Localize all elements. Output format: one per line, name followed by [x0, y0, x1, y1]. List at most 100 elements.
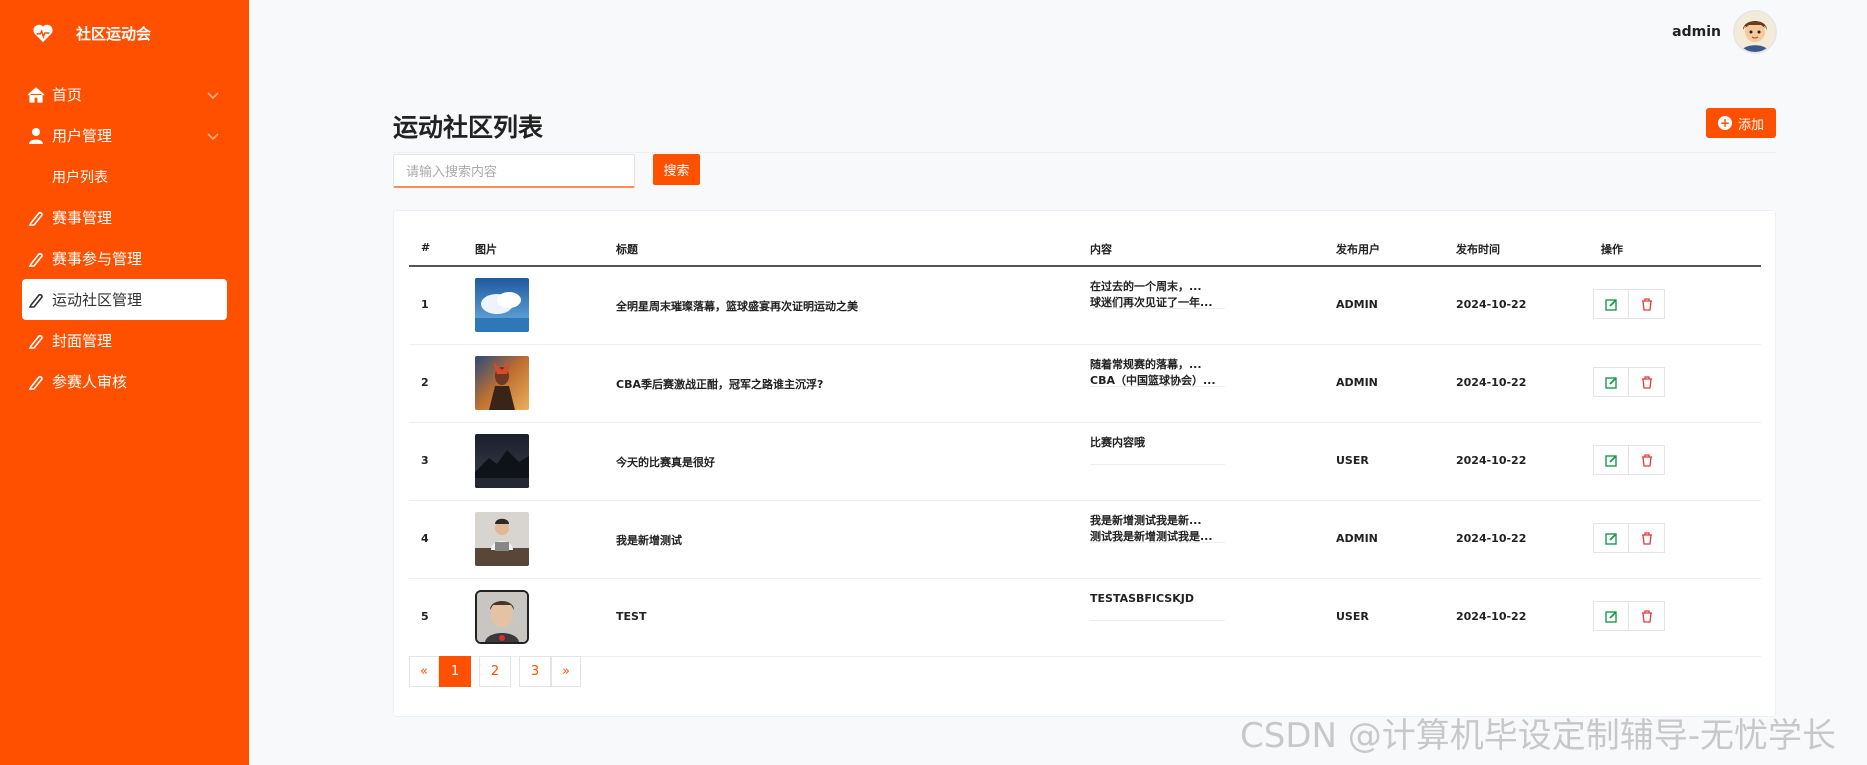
row-actions: [1593, 367, 1665, 397]
thumbnail-image[interactable]: [475, 512, 529, 566]
edit-icon: [1604, 610, 1617, 623]
row-user: USER: [1336, 610, 1369, 623]
row-user: ADMIN: [1336, 298, 1378, 311]
pencil-icon: [26, 331, 46, 351]
edit-icon: [1604, 532, 1617, 545]
divider: [393, 152, 1776, 153]
sidebar-item-label: 用户列表: [52, 169, 108, 186]
search-button[interactable]: 搜索: [653, 154, 700, 185]
row-actions: [1593, 601, 1665, 631]
search-input[interactable]: 请输入搜索内容: [393, 154, 635, 188]
pencil-icon: [26, 249, 46, 269]
sidebar-item-user-management[interactable]: 用户管理: [0, 115, 249, 156]
trash-icon: [1641, 453, 1652, 467]
sidebar-item-label: 运动社区管理: [52, 291, 143, 309]
row-date: 2024-10-22: [1456, 376, 1527, 389]
user-icon: [26, 126, 46, 146]
home-icon: [26, 85, 46, 105]
chevron-down-icon: [207, 127, 219, 145]
thumbnail-image[interactable]: [475, 356, 529, 410]
sidebar-item-label: 赛事管理: [52, 209, 113, 227]
edit-button[interactable]: [1593, 445, 1629, 475]
row-index: 3: [421, 454, 429, 467]
edit-icon: [1604, 298, 1617, 311]
watermark: CSDN @计算机毕设定制辅导-无忧学长: [1240, 716, 1837, 756]
table-row[interactable]: 2 CBA季后赛激战正酣，冠军之路谁主沉浮? 随着常规赛的落幕，... CBA（…: [409, 345, 1761, 423]
delete-button[interactable]: [1629, 601, 1665, 631]
row-actions: [1593, 445, 1665, 475]
thumbnail-image[interactable]: [475, 590, 529, 644]
row-actions: [1593, 289, 1665, 319]
sidebar-item-user-list[interactable]: 用户列表: [0, 156, 249, 197]
trash-icon: [1641, 609, 1652, 623]
column-header: 发布用户: [1336, 243, 1380, 256]
row-user: ADMIN: [1336, 376, 1378, 389]
row-title: 全明星周末璀璨落幕，篮球盛宴再次证明运动之美: [616, 300, 858, 313]
trash-icon: [1641, 297, 1652, 311]
column-header: 内容: [1090, 243, 1112, 256]
edit-icon: [1604, 376, 1617, 389]
sidebar-item-participant-review[interactable]: 参赛人审核: [0, 361, 249, 402]
column-header: 标题: [616, 243, 638, 256]
edit-button[interactable]: [1593, 523, 1629, 553]
pagination-page[interactable]: 1: [439, 656, 471, 687]
thumbnail-image[interactable]: [475, 278, 529, 332]
table-row[interactable]: 1 全明星周末璀璨落幕，篮球盛宴再次证明运动之美 在过去的一个周末，... 球迷…: [409, 267, 1761, 345]
delete-button[interactable]: [1629, 367, 1665, 397]
row-content: 随着常规赛的落幕，... CBA（中国篮球协会）...: [1090, 357, 1225, 387]
delete-button[interactable]: [1629, 523, 1665, 553]
row-date: 2024-10-22: [1456, 610, 1527, 623]
sidebar-item-event-management[interactable]: 赛事管理: [0, 197, 249, 238]
table-row[interactable]: 4 我是新增测试 我是新增测试我是新... 测试我是新增测试我是... ADMI…: [409, 501, 1761, 579]
table-card: # 图片 标题 内容 发布用户 发布时间 操作 1 全明星周末璀璨落幕，篮球盛宴…: [393, 210, 1776, 717]
trash-icon: [1641, 531, 1652, 545]
trash-icon: [1641, 375, 1652, 389]
add-button-label: 添加: [1737, 117, 1764, 133]
sidebar-item-community-management[interactable]: 运动社区管理: [22, 279, 227, 320]
sidebar-item-label: 赛事参与管理: [52, 250, 143, 268]
sidebar-nav: 首页 用户管理 用户列表 赛事管理 赛事参与管理 运动社区管理 封面管理 参赛人…: [0, 74, 249, 402]
user-menu[interactable]: admin: [1672, 10, 1777, 54]
delete-button[interactable]: [1629, 289, 1665, 319]
row-date: 2024-10-22: [1456, 454, 1527, 467]
table-row[interactable]: 3 今天的比赛真是很好 比赛内容哦 USER 2024-10-22: [409, 423, 1761, 501]
pagination-prev[interactable]: «: [409, 656, 439, 687]
edit-button[interactable]: [1593, 367, 1629, 397]
row-user: ADMIN: [1336, 532, 1378, 545]
sidebar-item-label: 参赛人审核: [52, 373, 128, 391]
thumbnail-image[interactable]: [475, 434, 529, 488]
row-index: 5: [421, 610, 429, 623]
pagination-next[interactable]: »: [551, 656, 581, 687]
sidebar-item-event-participation[interactable]: 赛事参与管理: [0, 238, 249, 279]
row-date: 2024-10-22: [1456, 298, 1527, 311]
table-row[interactable]: 5 TEST TESTASBFICSKJD USER 2024-10-22: [409, 579, 1761, 657]
add-button[interactable]: + 添加: [1706, 108, 1776, 138]
pagination-page[interactable]: 2: [479, 656, 511, 687]
row-content: 比赛内容哦: [1090, 435, 1225, 465]
plus-circle-icon: +: [1717, 116, 1732, 130]
sidebar-item-label: 首页: [52, 86, 83, 104]
sidebar-item-home[interactable]: 首页: [0, 74, 249, 115]
row-index: 4: [421, 532, 429, 545]
column-header: #: [421, 241, 431, 254]
avatar[interactable]: [1733, 10, 1777, 54]
brand[interactable]: 社区运动会: [30, 20, 151, 46]
username: admin: [1672, 24, 1721, 40]
row-title: 今天的比赛真是很好: [616, 456, 715, 469]
row-index: 1: [421, 298, 429, 311]
page-title: 运动社区列表: [393, 113, 544, 142]
sidebar-item-label: 用户管理: [52, 127, 113, 145]
sidebar-item-cover-management[interactable]: 封面管理: [0, 320, 249, 361]
row-title: CBA季后赛激战正酣，冠军之路谁主沉浮?: [616, 378, 824, 391]
pencil-icon: [26, 372, 46, 392]
row-content: TESTASBFICSKJD: [1090, 591, 1225, 621]
row-actions: [1593, 523, 1665, 553]
column-header: 发布时间: [1456, 243, 1500, 256]
pagination-page[interactable]: 3: [519, 656, 551, 687]
pencil-icon: [26, 208, 46, 228]
delete-button[interactable]: [1629, 445, 1665, 475]
edit-button[interactable]: [1593, 601, 1629, 631]
row-index: 2: [421, 376, 429, 389]
edit-button[interactable]: [1593, 289, 1629, 319]
search-placeholder: 请输入搜索内容: [406, 165, 498, 180]
